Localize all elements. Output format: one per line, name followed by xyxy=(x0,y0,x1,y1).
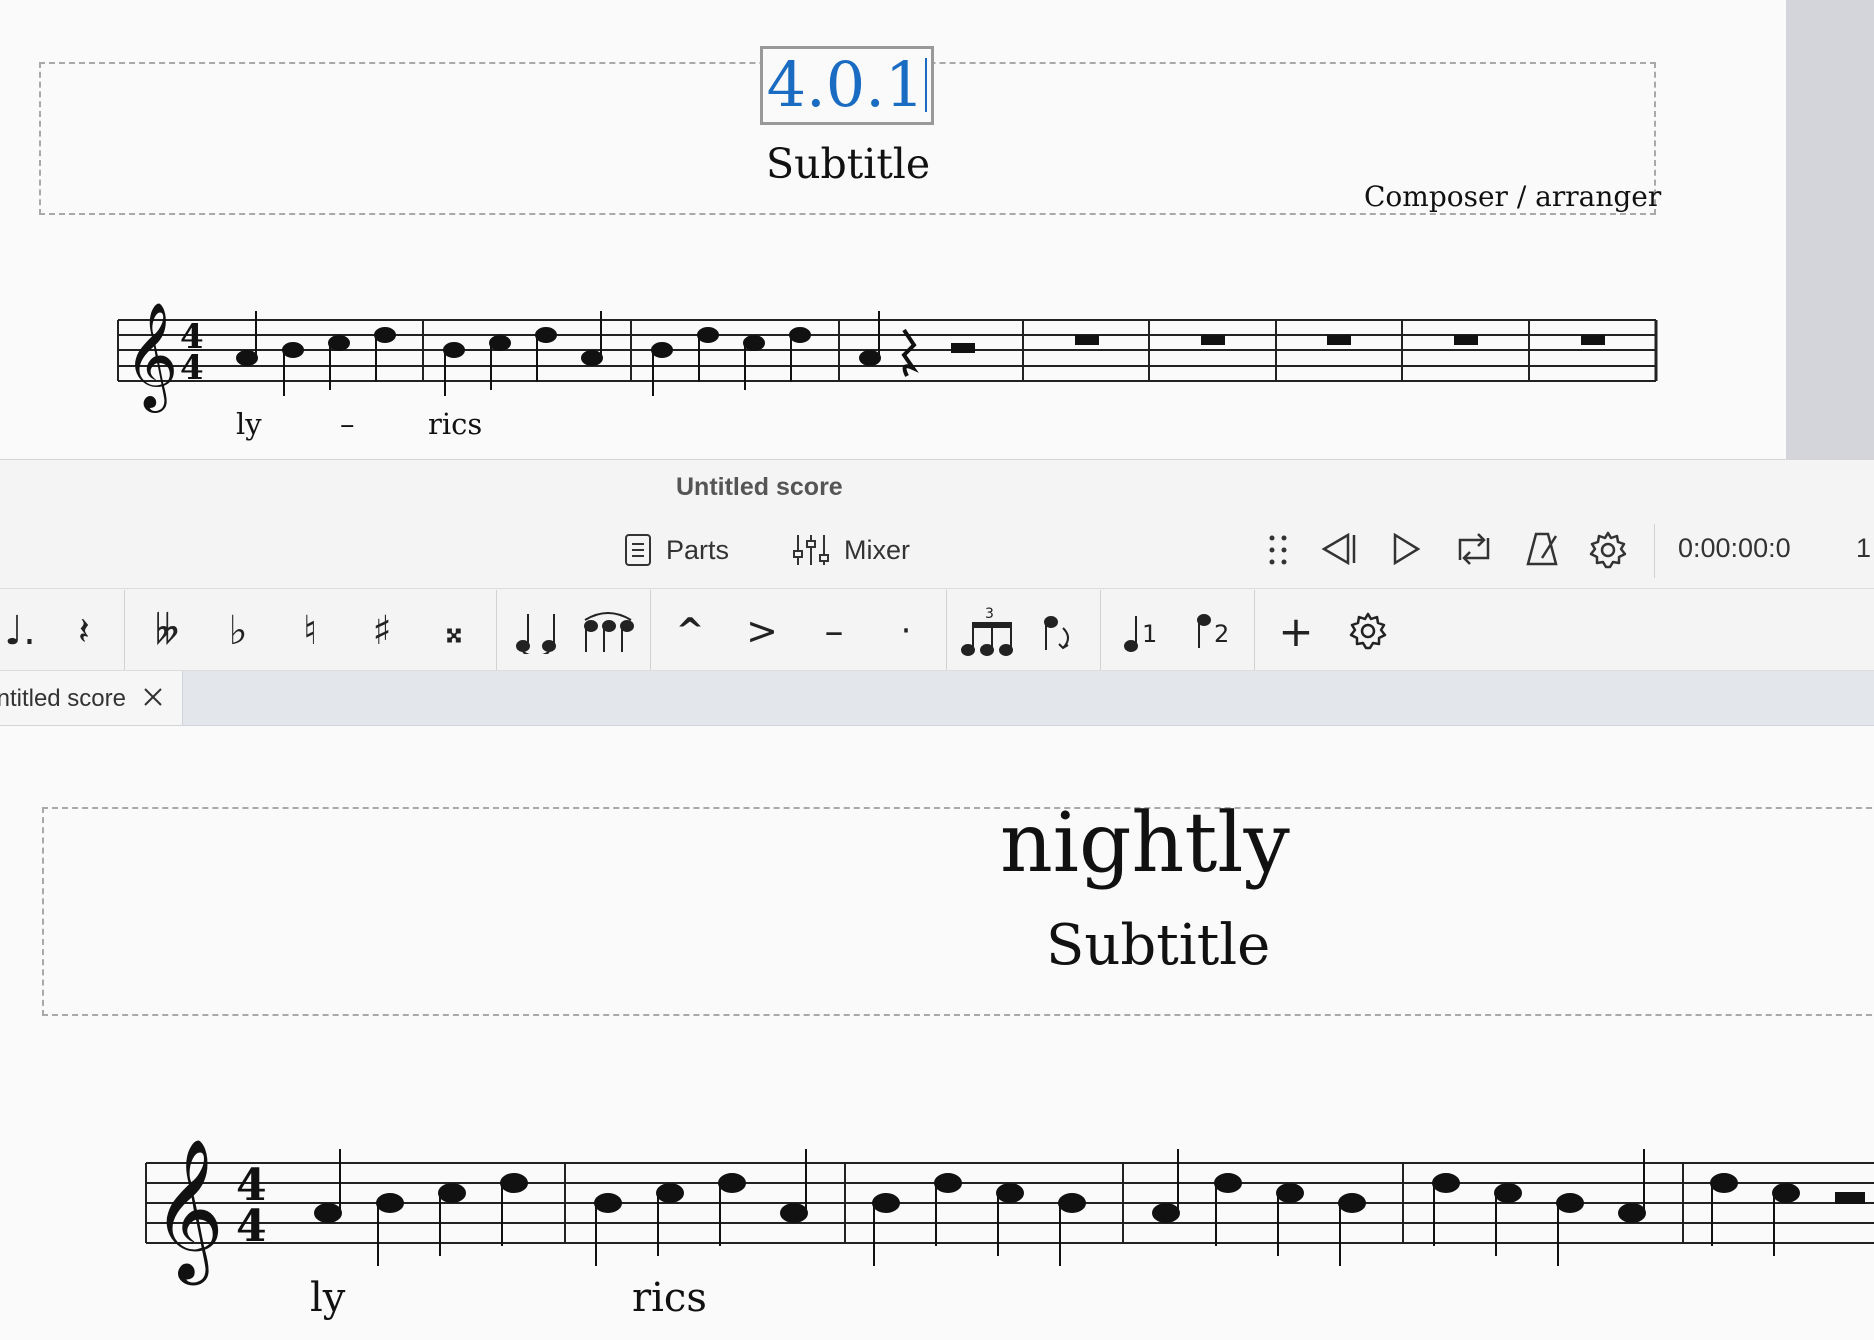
tie-button[interactable] xyxy=(510,600,566,662)
voice-2-button[interactable]: 2 xyxy=(1194,600,1236,662)
top-lyric-1[interactable]: ly xyxy=(236,407,262,441)
plus-icon: + xyxy=(1278,606,1314,656)
tuplet-number: 3 xyxy=(985,606,994,622)
accent-icon: > xyxy=(746,609,778,653)
top-staff[interactable]: 𝄞 4 4 xyxy=(0,0,1786,459)
rewind-icon[interactable] xyxy=(1318,532,1358,566)
treble-clef-icon: 𝄞 xyxy=(152,1137,224,1286)
dotted-note-icon: ♩. xyxy=(4,608,36,654)
mixer-button[interactable]: Mixer xyxy=(792,533,910,567)
play-icon[interactable] xyxy=(1390,532,1422,566)
bottom-staff[interactable]: 𝄞 4 4 xyxy=(0,1100,1874,1330)
rest-button[interactable]: 𝄽 xyxy=(62,600,106,662)
marcato-button[interactable]: ^ xyxy=(668,600,712,662)
metronome-icon[interactable] xyxy=(1524,530,1560,568)
double-sharp-icon: 𝄪 xyxy=(445,610,463,651)
slur-icon xyxy=(584,612,634,652)
top-lyric-hyphen[interactable]: – xyxy=(340,407,355,441)
parts-icon xyxy=(625,534,651,566)
playback-settings-gear-icon[interactable] xyxy=(1588,530,1628,570)
svg-text:4: 4 xyxy=(180,348,204,388)
voice-1-number: 1 xyxy=(1142,620,1157,648)
rest-icon: 𝄽 xyxy=(78,608,90,653)
tab-label-clip: Untitled score xyxy=(0,671,126,725)
tuplet-button[interactable]: 3 xyxy=(960,600,1018,662)
tuplet-icon: 3 xyxy=(961,606,1013,656)
double-flat-button[interactable]: 𝄫 xyxy=(142,600,192,662)
tab-label: Untitled score xyxy=(0,685,126,712)
parts-button[interactable]: Parts xyxy=(624,533,729,567)
note-bar-separator xyxy=(124,590,125,670)
sharp-icon: ♯ xyxy=(372,608,392,654)
tenuto-icon: – xyxy=(824,609,844,653)
note-bar-separator xyxy=(496,590,497,670)
flat-button[interactable]: ♭ xyxy=(216,600,260,662)
note-bar-separator xyxy=(650,590,651,670)
bottom-subtitle[interactable]: Subtitle xyxy=(1046,913,1270,978)
close-tab-icon[interactable] xyxy=(142,686,164,708)
voice-2-icon: 2 xyxy=(1197,614,1229,648)
playback-time-display[interactable]: 0:00:00:0 xyxy=(1678,533,1791,564)
note-bar-separator xyxy=(946,590,947,670)
accent-button[interactable]: > xyxy=(740,600,784,662)
dotted-note-button[interactable]: ♩. xyxy=(0,600,40,662)
measure-display[interactable]: 1 xyxy=(1856,533,1871,564)
voice-2-number: 2 xyxy=(1214,620,1229,648)
natural-button[interactable]: ♮ xyxy=(288,600,332,662)
mixer-icon xyxy=(793,535,829,565)
top-lyric-2[interactable]: rics xyxy=(428,407,482,441)
toolbar-separator xyxy=(1654,524,1655,578)
sharp-button[interactable]: ♯ xyxy=(360,600,404,662)
mixer-label: Mixer xyxy=(844,534,910,565)
window-title: Untitled score xyxy=(676,473,843,501)
drag-handle-icon[interactable] xyxy=(1266,534,1290,566)
tie-icon xyxy=(516,614,556,654)
loop-playback-icon[interactable] xyxy=(1454,530,1494,568)
staccato-button[interactable]: · xyxy=(884,600,928,662)
tenuto-button[interactable]: – xyxy=(812,600,856,662)
flat-icon: ♭ xyxy=(228,608,248,654)
slur-button[interactable] xyxy=(578,600,638,662)
flip-direction-button[interactable] xyxy=(1040,600,1080,662)
voice-1-icon: 1 xyxy=(1124,616,1157,652)
bottom-title[interactable]: nightly xyxy=(1000,796,1290,891)
note-bar-separator xyxy=(1254,590,1255,670)
customize-toolbar-button[interactable] xyxy=(1346,600,1390,662)
natural-icon: ♮ xyxy=(302,608,318,654)
gear-icon xyxy=(1349,612,1387,650)
double-flat-icon: 𝄫 xyxy=(154,608,180,654)
add-button[interactable]: + xyxy=(1274,600,1318,662)
note-input-toolbar xyxy=(0,588,1874,671)
bottom-lyric-2[interactable]: rics xyxy=(632,1275,707,1321)
flip-direction-icon xyxy=(1044,616,1069,650)
bottom-lyric-1[interactable]: ly xyxy=(310,1275,345,1321)
note-bar-separator xyxy=(1100,590,1101,670)
voice-1-button[interactable]: 1 xyxy=(1122,600,1164,662)
marcato-icon: ^ xyxy=(675,611,705,651)
staccato-icon: · xyxy=(900,611,912,651)
score-gutter xyxy=(1786,0,1874,459)
parts-label: Parts xyxy=(666,534,730,565)
svg-text:4: 4 xyxy=(236,1201,267,1252)
tab-bar xyxy=(0,671,1874,726)
bottom-title-frame[interactable] xyxy=(42,807,1874,1016)
double-sharp-button[interactable]: 𝄪 xyxy=(432,600,476,662)
treble-clef-icon: 𝄞 xyxy=(124,301,178,413)
